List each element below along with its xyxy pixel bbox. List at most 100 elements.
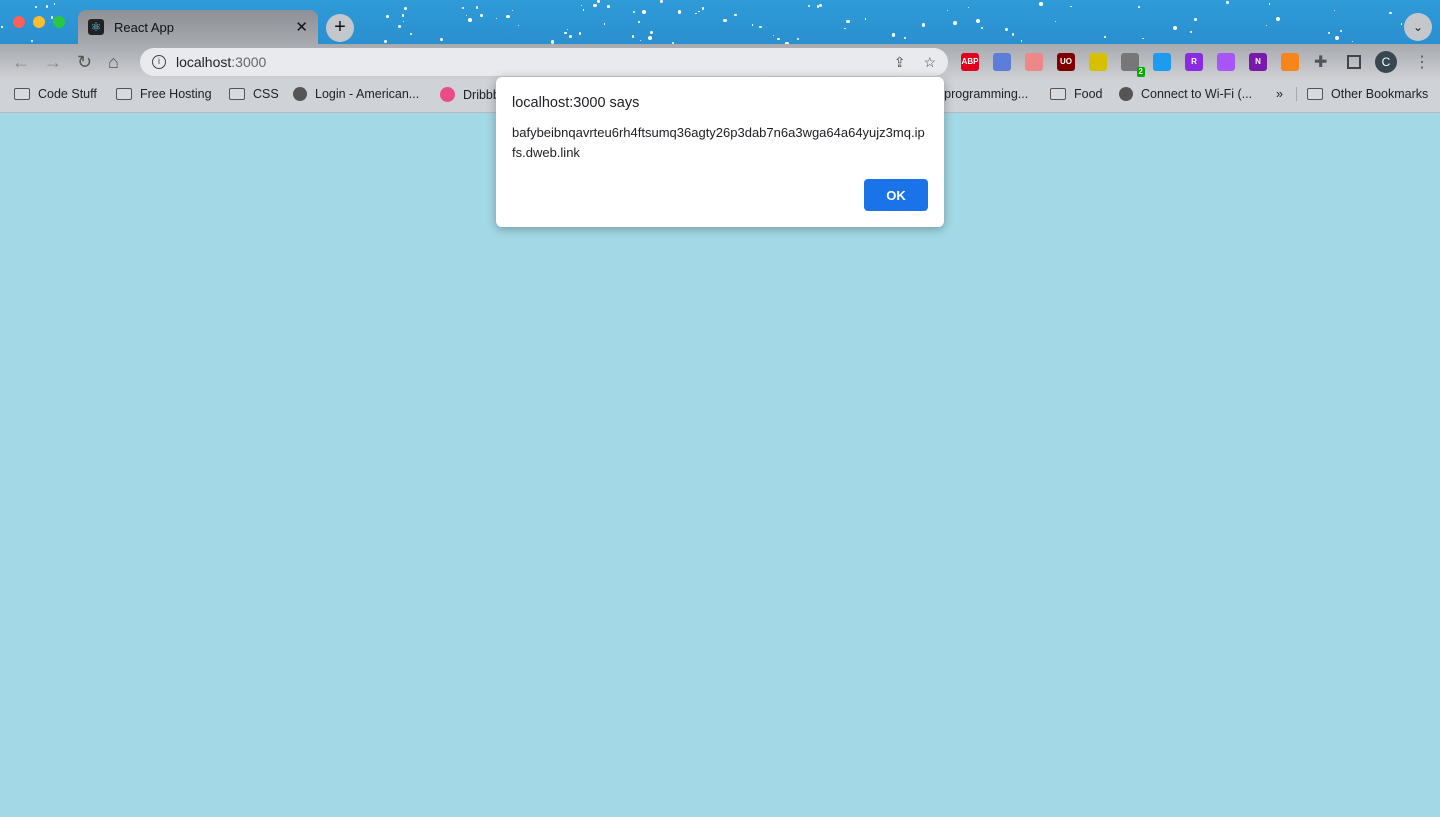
- new-tab-button[interactable]: +: [326, 14, 354, 42]
- share-icon[interactable]: ⇪: [894, 54, 906, 71]
- star-decoration: [1069, 5, 1072, 8]
- star-decoration: [922, 23, 926, 27]
- star-decoration: [796, 37, 800, 41]
- maximize-window-button[interactable]: [53, 16, 65, 28]
- profile-avatar[interactable]: C: [1375, 51, 1397, 73]
- back-icon[interactable]: ←: [12, 52, 30, 73]
- star-decoration: [751, 23, 754, 26]
- star-decoration: [844, 27, 847, 30]
- forward-icon[interactable]: →: [44, 52, 62, 73]
- star-decoration: [1400, 23, 1402, 25]
- star-decoration: [466, 15, 468, 17]
- bookmark-item[interactable]: Food: [1050, 87, 1103, 101]
- star-decoration: [603, 23, 606, 25]
- folder-icon: [1307, 88, 1323, 100]
- extensions-puzzle-icon[interactable]: ✚: [1314, 52, 1327, 72]
- star-decoration: [1142, 37, 1144, 40]
- bookmark-item[interactable]: »: [1276, 87, 1283, 101]
- home-icon[interactable]: ⌂: [108, 52, 119, 73]
- star-decoration: [864, 18, 866, 20]
- lightning-extension-icon[interactable]: [1089, 53, 1107, 71]
- star-decoration: [759, 25, 762, 29]
- ring-extension-icon[interactable]: [1217, 53, 1235, 71]
- star-decoration: [1189, 31, 1192, 34]
- star-decoration: [976, 19, 980, 23]
- reload-icon[interactable]: ↻: [77, 52, 92, 73]
- star-decoration: [1275, 17, 1280, 22]
- info-icon[interactable]: i: [152, 55, 166, 69]
- star-decoration: [1138, 5, 1141, 8]
- folder-icon: [1050, 88, 1066, 100]
- star-decoration: [439, 38, 444, 42]
- metamask-extension-icon[interactable]: [1281, 53, 1299, 71]
- bookmark-item[interactable]: Connect to Wi-Fi (...: [1119, 87, 1252, 101]
- bookmark-item[interactable]: CSS: [229, 87, 279, 101]
- side-panel-icon[interactable]: [1347, 55, 1361, 69]
- url-host: localhost: [176, 54, 232, 70]
- star-decoration: [904, 37, 906, 39]
- globe-icon: [1119, 87, 1133, 101]
- tab-search-button[interactable]: ⌄: [1404, 13, 1432, 41]
- star-decoration: [723, 18, 727, 22]
- star-decoration: [404, 7, 408, 11]
- close-window-button[interactable]: [13, 16, 25, 28]
- star-decoration: [1334, 36, 1339, 41]
- star-decoration: [475, 6, 479, 10]
- folder-icon: [229, 88, 245, 100]
- star-decoration: [462, 6, 465, 9]
- star-decoration: [1352, 40, 1354, 42]
- screenshot-extension-icon[interactable]: [993, 53, 1011, 71]
- star-decoration: [578, 31, 582, 35]
- window-extension-icon[interactable]: [1153, 53, 1171, 71]
- ok-button[interactable]: OK: [864, 179, 928, 211]
- bookmark-item[interactable]: Code Stuff: [14, 87, 97, 101]
- pulse-extension-icon[interactable]: 2: [1121, 53, 1145, 77]
- extension-badge: 2: [1136, 67, 1145, 77]
- url-port: :3000: [231, 54, 267, 70]
- address-bar[interactable]: i localhost:3000 ⇪ ☆: [140, 48, 948, 76]
- star-decoration: [512, 9, 514, 11]
- star-decoration: [506, 14, 510, 18]
- star-decoration: [701, 7, 705, 11]
- star-decoration: [1039, 2, 1044, 6]
- folder-icon: [14, 88, 30, 100]
- star-decoration: [891, 33, 896, 37]
- star-decoration: [1054, 20, 1057, 23]
- bookmark-item[interactable]: Other Bookmarks: [1296, 87, 1428, 101]
- star-decoration: [1328, 31, 1331, 34]
- minimize-window-button[interactable]: [33, 16, 45, 28]
- star-decoration: [777, 38, 780, 41]
- star-decoration: [35, 6, 37, 9]
- bookmark-label: »: [1276, 87, 1283, 101]
- star-decoration: [631, 35, 635, 38]
- r-ext-extension-icon[interactable]: R: [1185, 53, 1203, 71]
- star-decoration: [818, 3, 823, 8]
- star-decoration: [53, 3, 56, 5]
- star-decoration: [639, 40, 642, 42]
- bookmark-star-icon[interactable]: ☆: [923, 54, 936, 71]
- tab-react-app[interactable]: ⚛ React App ✕: [78, 10, 318, 44]
- star-decoration: [1389, 11, 1392, 15]
- adblock-plus-extension-icon[interactable]: ABP: [961, 53, 979, 71]
- star-decoration: [397, 24, 402, 28]
- close-tab-icon[interactable]: ✕: [295, 18, 308, 36]
- onenote-extension-icon[interactable]: N: [1249, 53, 1267, 71]
- star-decoration: [583, 9, 585, 11]
- alert-dialog: localhost:3000 says bafybeibnqavrteu6rh4…: [496, 77, 944, 227]
- ublock-extension-icon[interactable]: UO: [1057, 53, 1075, 71]
- menu-kebab-icon[interactable]: ⋮: [1414, 52, 1430, 72]
- star-decoration: [518, 24, 520, 26]
- star-decoration: [31, 40, 34, 43]
- star-decoration: [495, 17, 498, 20]
- star-decoration: [845, 19, 850, 24]
- star-decoration: [807, 4, 810, 8]
- star-decoration: [1265, 24, 1267, 26]
- bookmark-label: Other Bookmarks: [1331, 87, 1429, 101]
- pig-extension-icon[interactable]: [1025, 53, 1043, 71]
- bookmark-item[interactable]: -programming...: [940, 87, 1028, 101]
- star-decoration: [641, 9, 646, 14]
- star-decoration: [1103, 36, 1106, 38]
- bookmark-item[interactable]: Free Hosting: [116, 87, 212, 101]
- star-decoration: [550, 39, 555, 44]
- bookmark-item[interactable]: Login - American...: [293, 87, 419, 101]
